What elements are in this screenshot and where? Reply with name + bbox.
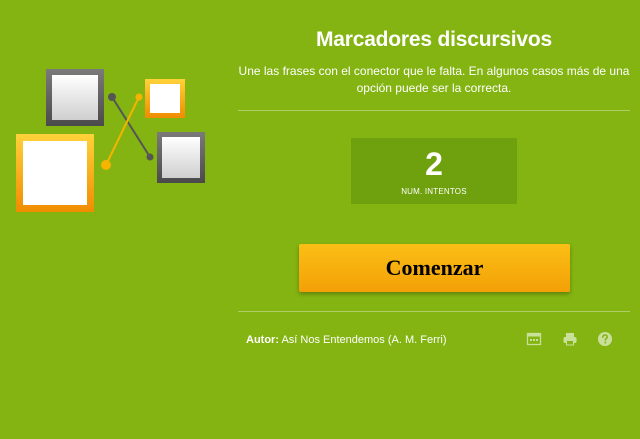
divider-bottom — [238, 311, 630, 312]
divider-top — [238, 110, 630, 111]
author-name: Así Nos Entendemos (A. M. Ferri) — [281, 334, 447, 346]
start-button[interactable]: Comenzar — [299, 244, 570, 292]
calendar-icon[interactable] — [526, 331, 542, 347]
activity-instructions: Une las frases con el conector que le fa… — [238, 64, 630, 95]
activity-title: Marcadores discursivos — [315, 28, 553, 51]
attempts-label: NUM. INTENTOS — [401, 187, 467, 196]
attempts-counter: 2 NUM. INTENTOS — [351, 138, 517, 204]
help-icon[interactable] — [597, 331, 613, 347]
author-credit: Autor: Así Nos Entendemos (A. M. Ferri) — [246, 334, 447, 346]
author-label: Autor: — [246, 334, 279, 346]
activity-logo — [16, 69, 205, 212]
print-icon[interactable] — [562, 331, 578, 347]
attempts-value: 2 — [425, 146, 443, 182]
